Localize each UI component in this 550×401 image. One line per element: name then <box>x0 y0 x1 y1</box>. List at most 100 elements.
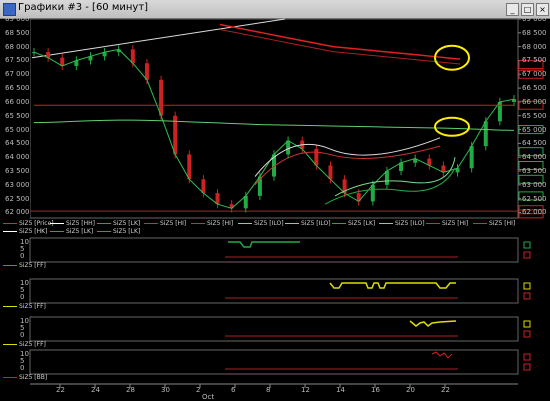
legend-swatch <box>3 223 17 224</box>
time-tick-label: 2 <box>196 386 201 394</box>
legend-label: SiZ5 [HI] <box>160 220 187 227</box>
time-tick-label: 20 <box>406 386 415 394</box>
price-tick-label: 68 000 <box>522 42 547 51</box>
price-tick-label: 66 500 <box>522 84 547 93</box>
legend-label: SiZ5 [ILO] <box>254 220 284 227</box>
price-tick-label: 63 500 <box>522 167 547 175</box>
price-tick-label-left: 67 000 <box>5 70 30 79</box>
pane-legend: SiZ5 [FF] <box>3 341 46 349</box>
legend-label: SiZ5 [HI] <box>442 220 469 227</box>
price-tick-label-left: 64 000 <box>5 153 30 162</box>
candle-body <box>159 79 164 116</box>
pane-legend: SiZ5 [FF] <box>3 262 46 270</box>
pane-indicator-box <box>523 251 531 259</box>
legend-item: SiZ5 [HI] <box>473 220 515 228</box>
time-tick-label: 16 <box>371 386 380 394</box>
legend-label: SiZ5 [BB] <box>19 374 48 381</box>
price-tick-label-left: 65 500 <box>5 111 30 120</box>
price-tick-label: 65 000 <box>522 125 547 134</box>
candle-body <box>328 165 333 180</box>
candle-body <box>469 146 474 169</box>
legend-label: SiZ5 [HK] <box>19 228 48 235</box>
price-tick-label: 63 000 <box>522 180 547 189</box>
legend-swatch <box>332 223 346 224</box>
legend-swatch <box>473 223 487 224</box>
legend-label: SiZ5 [LK] <box>348 220 376 227</box>
pane-legend: SiZ5 [FF] <box>3 303 46 311</box>
legend-item: SiZ5 [LK] <box>97 228 140 236</box>
time-tick-label: 8 <box>266 386 271 394</box>
legend-item: SiZ5 [ILO] <box>379 220 425 228</box>
price-tick-label: 62 000 <box>522 208 547 217</box>
legend-label: SiZ5 [HI] <box>489 220 516 227</box>
legend-swatch <box>3 344 17 345</box>
price-tick-label-left: 63 000 <box>5 180 30 189</box>
pane-indicator-box <box>523 330 531 338</box>
candle-body <box>483 121 488 147</box>
price-tick-label-left: 67 500 <box>5 56 30 65</box>
legend-item: SiZ5 [ILO] <box>238 220 284 228</box>
price-tick-label: 66 000 <box>522 97 547 106</box>
legend-label: SiZ5 [HI] <box>207 220 234 227</box>
candle-body <box>314 148 319 166</box>
legend-label: SiZ5 [FF] <box>19 303 46 310</box>
time-tick-label: 12 <box>301 386 310 394</box>
time-tick-label: 22 <box>56 386 65 394</box>
legend-item: SiZ5 [HI] <box>144 220 186 228</box>
price-tick-label-left: 62 500 <box>5 194 30 203</box>
legend-item: SiZ5 [HI] <box>426 220 468 228</box>
legend-label: SiZ5 [LK] <box>113 228 141 235</box>
pane-tick-label: 0 <box>20 293 25 301</box>
legend-swatch <box>144 223 158 224</box>
time-tick-label: 24 <box>91 386 100 394</box>
pane-indicator-box <box>523 363 531 371</box>
legend-swatch <box>3 265 17 266</box>
candle-body <box>370 184 375 202</box>
price-tick-label-left: 63 500 <box>5 167 30 175</box>
legend-label: SiZ5 [HH] <box>66 220 96 227</box>
legend-label: SiZ5 [FF] <box>19 262 46 269</box>
candle-body <box>144 63 149 80</box>
legend-swatch <box>50 231 64 232</box>
time-tick-label: 28 <box>126 386 135 394</box>
legend-item: SiZ5 [Price] <box>3 220 54 228</box>
price-tick-label-left: 66 500 <box>5 84 30 93</box>
legend-item: SiZ5 [HH] <box>50 220 95 228</box>
price-tick-label: 67 500 <box>522 56 547 65</box>
price-tick-label-left: 68 500 <box>5 28 30 37</box>
pane-indicator-box <box>523 282 531 290</box>
pane-tick-label: 0 <box>20 364 25 372</box>
legend-swatch <box>238 223 252 224</box>
chart-canvas[interactable] <box>0 0 550 400</box>
candle-body <box>384 171 389 185</box>
legend-label: SiZ5 [ILO] <box>301 220 331 227</box>
price-tick-label: 68 500 <box>522 28 547 37</box>
legend-label: SiZ5 [FF] <box>19 341 46 348</box>
pane-tick-label: 0 <box>20 331 25 339</box>
legend-item: SiZ5 [ILO] <box>285 220 331 228</box>
price-tick-label-left: 62 000 <box>5 208 30 217</box>
legend-swatch <box>191 223 205 224</box>
time-tick-label: 14 <box>336 386 345 394</box>
legend-swatch <box>285 223 299 224</box>
legend-item: SiZ5 [LK] <box>50 228 93 236</box>
legend-label: SiZ5 [Price] <box>19 220 54 227</box>
price-tick-label: 65 500 <box>522 111 547 120</box>
legend-swatch <box>50 223 64 224</box>
time-tick-label: 6 <box>231 386 236 394</box>
legend-label: SiZ5 [ILO] <box>395 220 425 227</box>
legend-item: SiZ5 [LK] <box>97 220 140 228</box>
time-tick-label: 30 <box>161 386 170 394</box>
legend-item: SiZ5 [HI] <box>191 220 233 228</box>
price-tick-label-left: 68 000 <box>5 42 30 51</box>
time-tick-label: 22 <box>441 386 450 394</box>
price-tick-label: 64 000 <box>522 153 547 162</box>
pane-indicator-box <box>523 320 531 328</box>
price-tick-label-left: 66 000 <box>5 97 30 106</box>
price-tick-label: 64 500 <box>522 139 547 148</box>
pane-indicator-box <box>523 292 531 300</box>
legend-item: SiZ5 [HK] <box>3 228 47 236</box>
pane-indicator-box <box>523 241 531 249</box>
candle-body <box>201 179 206 194</box>
candle-body <box>187 154 192 180</box>
